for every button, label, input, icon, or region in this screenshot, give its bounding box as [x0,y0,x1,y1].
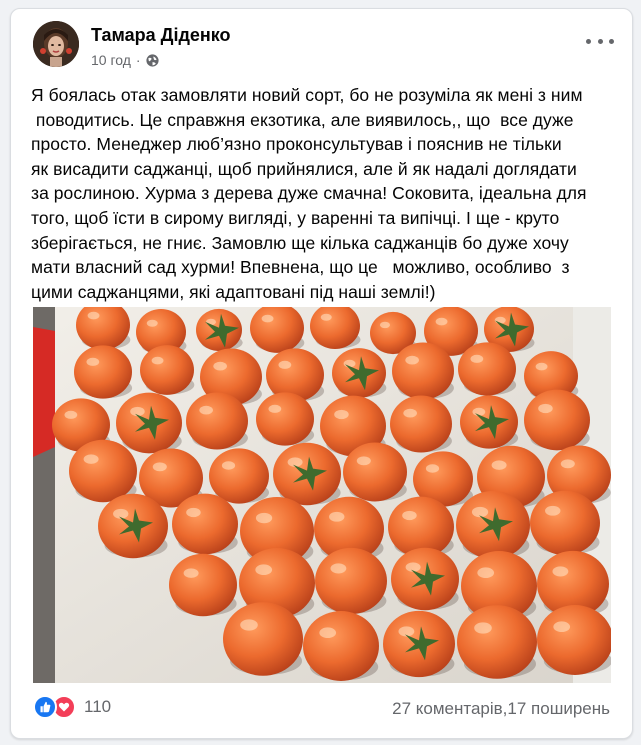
post-footer: 110 27 коментарів,17 поширень [11,687,632,731]
globe-icon[interactable] [146,53,159,67]
post-time[interactable]: 10 год [91,52,131,68]
post-text-line: як висадити саджанці, щоб прийнялися, ал… [31,158,577,179]
persimmon [457,605,537,679]
post-text-line: того, щоб їсти в сирому вигляді, у варен… [31,207,560,228]
reactions-summary[interactable]: 110 [33,695,111,719]
avatar[interactable] [33,21,79,67]
post-text-line: просто. Менеджер люб’язно проконсультува… [31,134,562,155]
persimmon [256,392,314,446]
persimmon [74,345,132,399]
persimmon [140,345,194,395]
post-header: Тамара Діденко 10 год · [11,9,632,79]
persimmon [303,611,379,681]
persimmon [524,389,590,451]
reaction-count: 110 [84,697,112,716]
persimmon [169,553,237,617]
post-text: Я боялась отак замовляти новий сорт, бо … [31,83,615,304]
persimmon [266,348,324,402]
post-text-line: поводитись. Це справжня екзотика, але ви… [31,109,574,130]
post-meta: 10 год · [91,52,159,68]
author-name[interactable]: Тамара Діденко [91,25,231,46]
persimmon [315,547,387,615]
post-text-line: цими саджанцями, які адаптовані під наші… [31,281,436,302]
persimmon [69,439,137,503]
persimmon [172,493,238,555]
persimmon [209,448,269,504]
persimmon [537,605,611,675]
post-text-line: Я боялась отак замовляти новий сорт, бо … [31,85,583,105]
more-options-icon[interactable] [586,33,614,49]
post-text-line: зберігається, не гниє. Замовлю ще кілька… [31,232,569,253]
persimmon [343,442,407,502]
comments-shares-count[interactable]: 27 коментарів,17 поширень [392,699,610,719]
persimmon [390,395,452,453]
like-icon [33,695,57,719]
persimmon [530,490,600,556]
persimmon [186,392,248,450]
persimmon [458,342,516,396]
post-text-line: мати власний сад хурми! Впевнена, що це … [31,257,570,278]
persimmon [223,602,303,676]
post-photo[interactable] [33,307,611,683]
post-text-line: за рослиною. Хурма з дерева дуже смачна!… [31,183,587,204]
persimmon [392,342,454,400]
post-card: Тамара Діденко 10 год · Я боялась отак з… [10,8,633,739]
